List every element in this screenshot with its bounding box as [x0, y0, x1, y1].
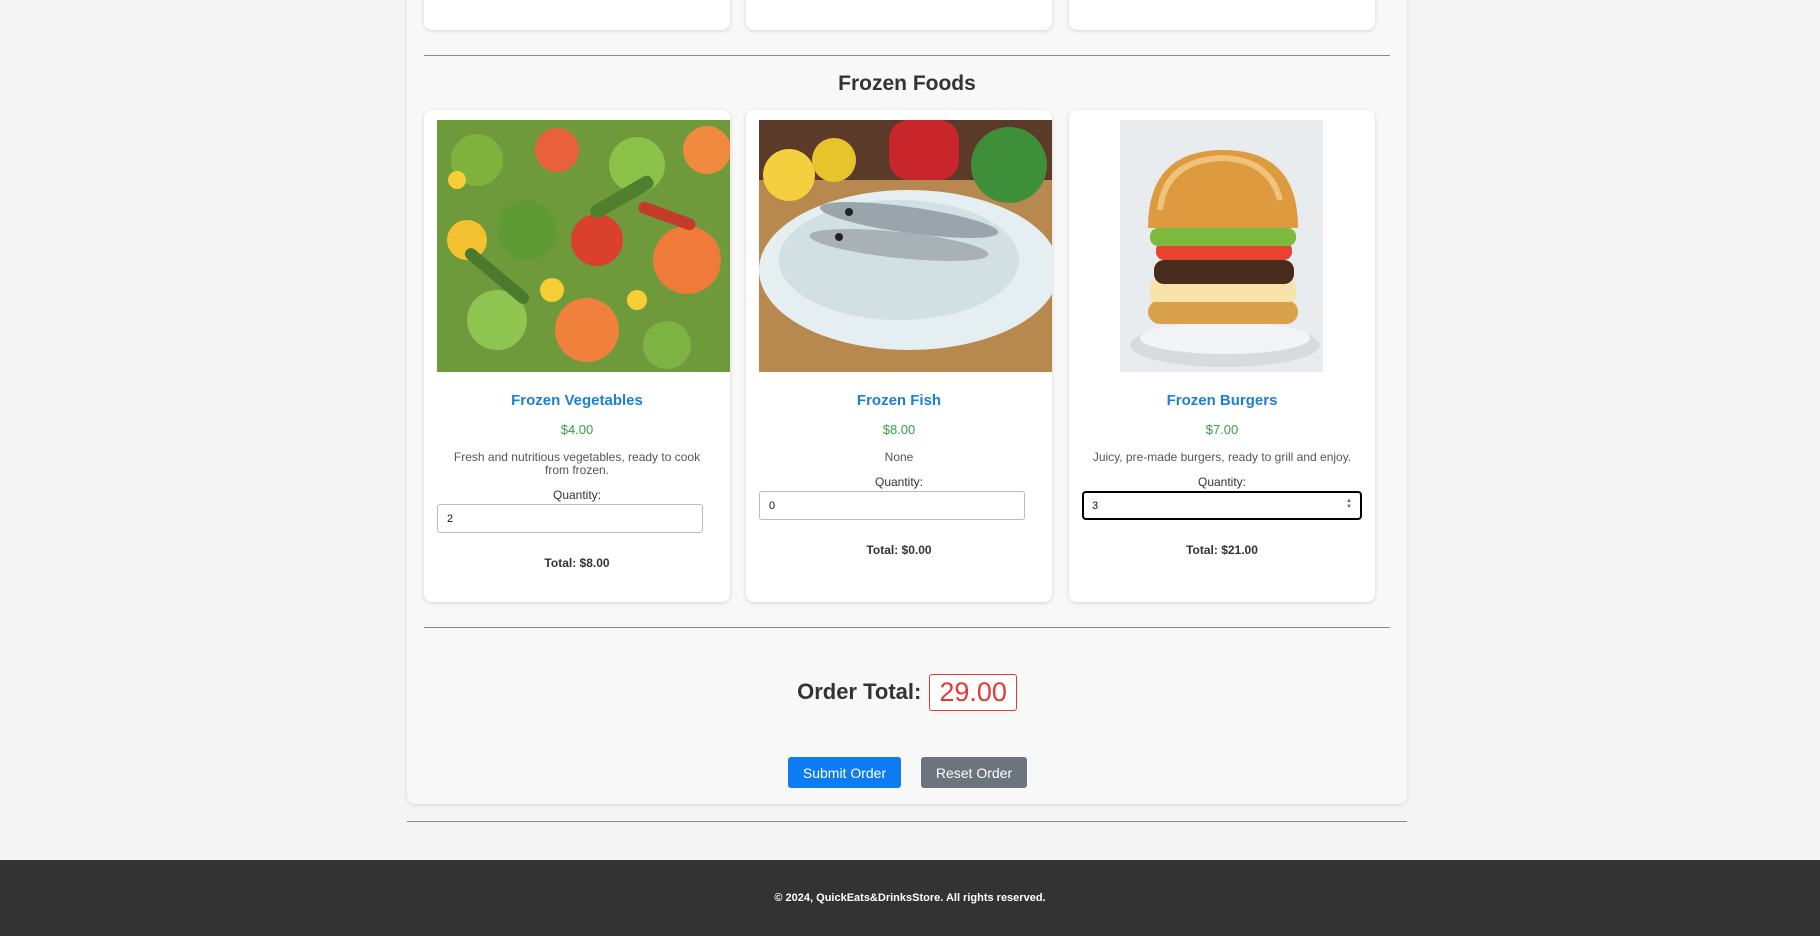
quantity-input[interactable]	[437, 504, 703, 533]
product-card-frozen-fish: Frozen Fish $8.00 None Quantity: Total: …	[746, 110, 1052, 602]
product-description: Fresh and nutritious vegetables, ready t…	[453, 450, 701, 477]
product-price: $8.00	[882, 422, 916, 437]
product-price: $4.00	[560, 422, 594, 437]
product-name: Frozen Burgers	[1166, 392, 1278, 409]
quantity-stepper[interactable]: ▲▼	[1082, 491, 1362, 520]
order-total-label: Order Total:	[797, 679, 922, 704]
footer: © 2024, QuickEats&DrinksStore. All right…	[0, 860, 1820, 936]
quantity-label: Quantity:	[1197, 475, 1247, 489]
product-name: Frozen Fish	[856, 392, 942, 409]
product-name: Frozen Vegetables	[511, 392, 643, 409]
quantity-label: Quantity:	[552, 488, 602, 502]
quantity-label: Quantity:	[874, 475, 924, 489]
section-title: Frozen Foods	[838, 72, 976, 95]
section-divider	[424, 55, 1390, 56]
product-description: Juicy, pre-made burgers, ready to grill …	[1092, 450, 1352, 464]
page: Frozen Foods Frozen Vegetables $4.00 Fre…	[0, 0, 1820, 936]
reset-order-button[interactable]: Reset Order	[921, 757, 1027, 788]
product-total: Total: $21.00	[1186, 543, 1258, 557]
product-total: Total: $0.00	[866, 543, 932, 557]
page-divider	[407, 821, 1407, 822]
spinner-icon[interactable]: ▲ ▼	[1345, 498, 1353, 510]
product-total: Total: $8.00	[544, 556, 610, 570]
frozen-fish-image	[759, 120, 1052, 372]
previous-product-card	[1069, 0, 1375, 30]
quantity-input[interactable]	[759, 491, 1025, 520]
frozen-vegetables-image	[437, 120, 730, 372]
previous-product-card	[424, 0, 730, 30]
product-price: $7.00	[1205, 422, 1239, 437]
quantity-input[interactable]	[1082, 491, 1362, 520]
product-card-frozen-burgers: Frozen Burgers $7.00 Juicy, pre-made bur…	[1069, 110, 1375, 602]
section-divider	[424, 627, 1390, 628]
submit-order-button[interactable]: Submit Order	[788, 757, 901, 788]
product-description: None	[884, 450, 914, 464]
order-total-value: 29.00	[929, 673, 1017, 711]
previous-product-card	[746, 0, 1052, 30]
product-card-frozen-vegetables: Frozen Vegetables $4.00 Fresh and nutrit…	[424, 110, 730, 602]
footer-copyright: © 2024, QuickEats&DrinksStore. All right…	[774, 892, 1046, 904]
order-total: Order Total: 29.00	[407, 672, 1407, 712]
frozen-burgers-image	[1120, 120, 1323, 372]
